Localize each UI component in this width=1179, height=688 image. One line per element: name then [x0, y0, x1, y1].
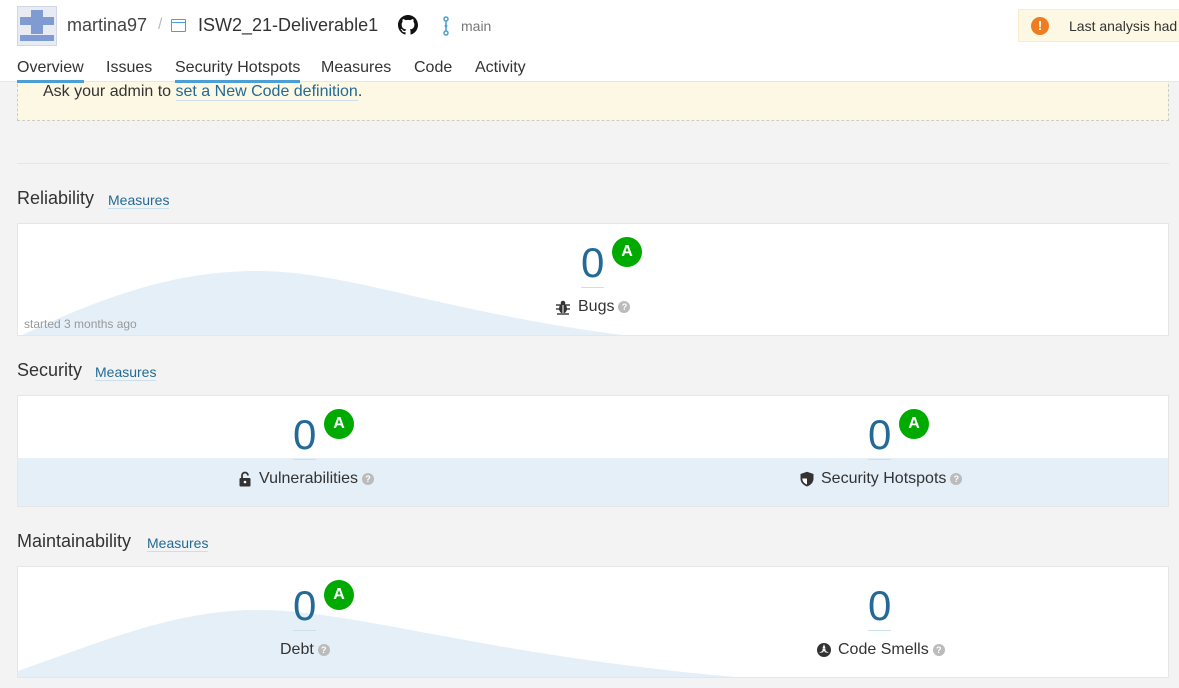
code-smells-label-text: Code Smells [838, 641, 929, 658]
tab-code[interactable]: Code [414, 59, 452, 77]
breadcrumb-separator: / [158, 16, 163, 33]
bugs-help-icon[interactable]: ? [618, 301, 631, 313]
debt-label-text: Debt [280, 641, 314, 658]
maintainability-title: Maintainability [17, 531, 132, 551]
github-icon[interactable] [398, 15, 418, 35]
security-hotspots-rating-badge[interactable]: A [899, 409, 929, 439]
last-analysis-warning[interactable]: ! Last analysis had [1018, 9, 1179, 42]
project-name-link[interactable]: ISW2_21-Deliverable1 [198, 15, 378, 36]
security-hotspots-help-icon[interactable]: ? [950, 473, 963, 485]
bug-icon [556, 300, 570, 315]
debt-history-chart [18, 610, 736, 677]
vulnerabilities-rating-badge[interactable]: A [324, 409, 354, 439]
org-avatar[interactable] [17, 6, 57, 46]
bugs-value-link[interactable]: 0 [581, 242, 605, 288]
branch-icon [443, 16, 449, 36]
project-icon [171, 19, 186, 32]
shield-icon [800, 471, 814, 487]
bugs-label-text: Bugs [578, 298, 615, 315]
bugs-rating-badge[interactable]: A [612, 237, 642, 267]
reliability-card: started 3 months ago 0 A Bugs? [17, 223, 1169, 336]
maintainability-card: 0 A Debt? 0 Code Smells? [17, 566, 1169, 678]
tab-issues[interactable]: Issues [106, 59, 152, 77]
vulnerabilities-help-icon[interactable]: ? [362, 473, 375, 485]
bugs-label: Bugs? [578, 298, 631, 316]
banner-prefix: Ask your admin to [43, 83, 176, 100]
code-smells-label: Code Smells? [838, 641, 945, 659]
tab-security-hotspots[interactable]: Security Hotspots [175, 59, 301, 83]
banner-suffix: . [357, 83, 363, 100]
code-smells-value-link[interactable]: 0 [868, 585, 892, 631]
security-hotspots-label-text: Security Hotspots [821, 470, 947, 487]
vulnerabilities-label-text: Vulnerabilities [259, 470, 359, 487]
code-smells-help-icon[interactable]: ? [932, 644, 945, 656]
code-smell-icon [817, 643, 831, 657]
security-title: Security [17, 360, 83, 380]
debt-value-link[interactable]: 0 [293, 585, 317, 631]
tab-activity[interactable]: Activity [475, 59, 526, 77]
security-measures-link[interactable]: Measures [95, 364, 157, 381]
debt-help-icon[interactable]: ? [317, 644, 330, 656]
security-hotspots-label: Security Hotspots? [821, 470, 963, 488]
vulnerabilities-label: Vulnerabilities? [259, 470, 375, 488]
new-code-definition-link[interactable]: set a New Code definition [175, 83, 358, 101]
reliability-measures-link[interactable]: Measures [108, 192, 170, 209]
warning-text: Last analysis had [1069, 18, 1178, 34]
tab-overview[interactable]: Overview [17, 59, 84, 83]
security-card: 0 A Vulnerabilities? 0 A Security Hotspo… [17, 395, 1169, 507]
tab-measures[interactable]: Measures [321, 59, 391, 77]
branch-name[interactable]: main [461, 18, 491, 34]
maintainability-measures-link[interactable]: Measures [147, 535, 209, 552]
security-hotspots-value-link[interactable]: 0 [868, 414, 892, 460]
org-name-link[interactable]: martina97 [67, 15, 147, 36]
divider [17, 163, 1169, 164]
reliability-title: Reliability [17, 188, 95, 208]
page-header: martina97 / ISW2_21-Deliverable1 main ! … [0, 0, 1179, 83]
history-start-label: started 3 months ago [24, 317, 137, 331]
security-label-band [18, 458, 1168, 506]
unlock-icon [239, 471, 251, 487]
vulnerabilities-value-link[interactable]: 0 [293, 414, 317, 460]
warning-icon: ! [1031, 17, 1049, 35]
debt-rating-badge[interactable]: A [324, 580, 354, 610]
debt-label: Debt? [280, 641, 330, 659]
banner-text: Ask your admin to set a New Code definit… [43, 83, 362, 101]
